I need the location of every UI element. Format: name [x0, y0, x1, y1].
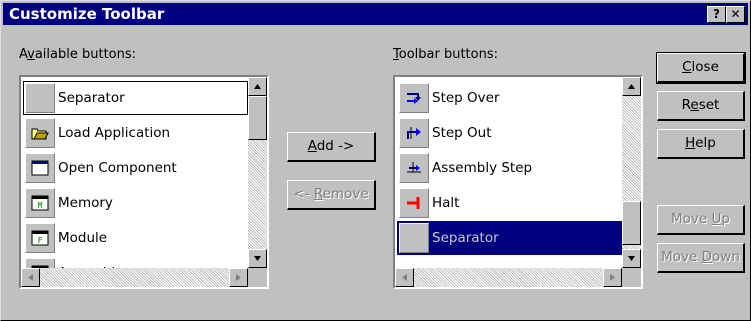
step-over-icon — [399, 83, 429, 113]
halt-icon — [399, 188, 429, 218]
horizontal-scrollbar[interactable] — [21, 268, 248, 287]
customize-toolbar-dialog: Customize Toolbar ? ✕ Available buttons:… — [0, 0, 751, 321]
list-item-assembly-step[interactable]: Assembly Step — [397, 151, 622, 185]
list-item-module[interactable]: F Module — [23, 221, 248, 255]
scroll-left-button[interactable] — [21, 268, 40, 287]
add-button[interactable]: Add -> — [287, 132, 376, 162]
move-down-button[interactable]: Move Down — [657, 243, 745, 273]
scroll-right-button[interactable] — [603, 268, 622, 287]
window-icon — [25, 153, 55, 183]
blank-icon — [25, 83, 55, 113]
folder-open-icon — [25, 118, 55, 148]
vertical-scrollbar[interactable] — [622, 77, 641, 268]
scroll-right-button[interactable] — [229, 268, 248, 287]
title-bar[interactable]: Customize Toolbar ? ✕ — [3, 3, 748, 25]
toolbar-buttons-label: Toolbar buttons: — [393, 47, 498, 62]
remove-button[interactable]: <- Remove — [287, 180, 376, 210]
scroll-down-button[interactable] — [622, 249, 641, 268]
list-item-separator-selected[interactable]: Separator — [397, 221, 622, 255]
list-item-load-application[interactable]: Load Application — [23, 116, 248, 150]
close-window-button[interactable]: ✕ — [726, 6, 745, 23]
scrollbar-corner — [622, 268, 641, 287]
scroll-up-button[interactable] — [622, 77, 641, 96]
close-icon: ✕ — [730, 7, 741, 21]
vertical-scrollbar[interactable] — [248, 77, 267, 268]
context-help-button[interactable]: ? — [707, 6, 726, 23]
list-item-step-out[interactable]: Step Out — [397, 116, 622, 150]
available-buttons-list[interactable]: Separator Load Application Open Componen… — [19, 75, 269, 289]
list-item-step-over[interactable]: Step Over — [397, 81, 622, 115]
svg-text:F: F — [38, 236, 43, 245]
help-glyph: ? — [713, 7, 720, 21]
memory-icon: M — [25, 188, 55, 218]
list-item-open-component[interactable]: Open Component — [23, 151, 248, 185]
svg-text:M: M — [38, 201, 43, 210]
scroll-up-button[interactable] — [248, 77, 267, 96]
help-button[interactable]: Help — [657, 129, 745, 159]
scrollbar-corner — [248, 268, 267, 287]
list-item-memory[interactable]: M Memory — [23, 186, 248, 220]
move-up-button[interactable]: Move Up — [657, 205, 745, 235]
horizontal-scrollbar[interactable] — [395, 268, 622, 287]
scroll-down-button[interactable] — [248, 249, 267, 268]
module-icon: F — [25, 223, 55, 253]
list-item-separator[interactable]: Separator — [23, 81, 248, 115]
list-item-halt[interactable]: Halt — [397, 186, 622, 220]
scroll-thumb[interactable] — [622, 201, 641, 245]
scroll-left-button[interactable] — [395, 268, 414, 287]
toolbar-buttons-list[interactable]: Step Over Step Out Assembly Step Halt Se… — [393, 75, 643, 289]
assembly-step-icon — [399, 153, 429, 183]
dialog-title: Customize Toolbar — [9, 5, 165, 23]
close-button[interactable]: Close — [656, 52, 746, 84]
reset-button[interactable]: Reset — [657, 91, 745, 121]
blank-icon — [399, 223, 429, 253]
step-out-icon — [399, 118, 429, 148]
available-buttons-label: Available buttons: — [19, 47, 137, 62]
scroll-thumb[interactable] — [248, 96, 267, 140]
